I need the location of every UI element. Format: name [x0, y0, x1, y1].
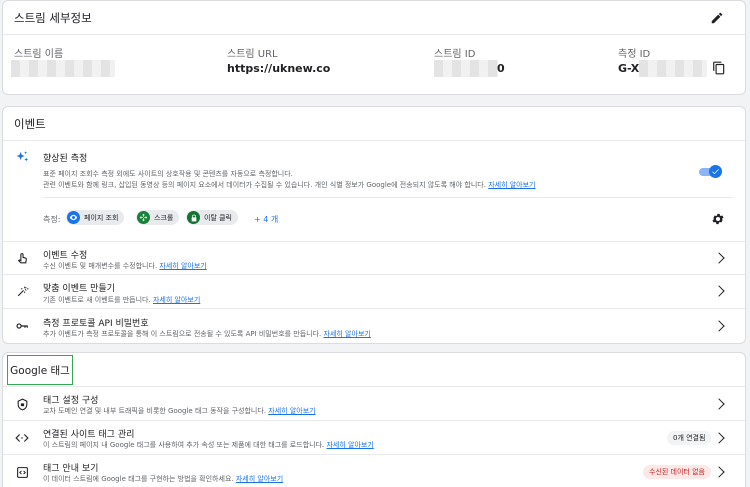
chevron-right-icon: [713, 285, 725, 297]
enhanced-desc-2-text: 관련 이벤트와 함께 링크, 삽입된 동영상 등의 페이지 요소에서 데이터가 …: [43, 181, 486, 189]
scroll-arrows-icon: [137, 211, 150, 224]
stream-name-redacted: [11, 60, 115, 77]
tag-instructions-desc: 이 데이터 스트림에 Google 태그를 구현하는 방법을 확인하세요. 자세…: [43, 475, 284, 483]
stream-details-card: 스트림 세부정보 스트림 이름 스트림 URL https://uknew.co…: [2, 0, 746, 95]
measurement-protocol-title: 측정 프로토콜 API 비밀번호: [43, 319, 149, 329]
no-data-received-badge: 수신된 데이터 없음: [643, 465, 711, 479]
eye-icon: [67, 211, 80, 224]
events-header: 이벤트: [3, 107, 745, 141]
stream-url-label: 스트림 URL: [227, 49, 278, 60]
connected-tags-desc: 이 스트림의 페이지 내 Google 태그를 사용하여 추가 속성 또는 제품…: [43, 441, 374, 449]
measurement-id-label: 측정 ID: [618, 49, 651, 60]
enhanced-measurement-toggle[interactable]: [699, 165, 723, 178]
chip-outbound-click: 이탈 클릭: [186, 210, 238, 225]
custom-event-desc: 기존 이벤트로 새 이벤트를 만듭니다. 자세히 알아보기: [43, 296, 201, 304]
stream-url-value: https://uknew.co: [227, 62, 331, 75]
connected-tags-learn-more[interactable]: 자세히 알아보기: [326, 441, 373, 449]
settings-gear-icon[interactable]: [710, 211, 726, 227]
key-icon: [14, 318, 30, 334]
chevron-right-icon: [713, 432, 725, 444]
row-event-modify[interactable]: 이벤트 수정 수신 이벤트 및 매개변수를 수정합니다. 자세히 알아보기: [3, 242, 745, 274]
chevron-right-icon: [713, 320, 725, 332]
stream-id-redacted: [434, 60, 498, 77]
google-tag-highlight-box: Google 태그: [7, 355, 73, 385]
stream-id-label: 스트림 ID: [434, 49, 476, 60]
event-modify-title: 이벤트 수정: [43, 251, 88, 261]
row-create-custom-event[interactable]: 맞춤 이벤트 만들기 기존 이벤트로 새 이벤트를 만듭니다. 자세히 알아보기: [3, 275, 745, 308]
chevron-right-icon: [713, 398, 725, 410]
edit-pencil-icon[interactable]: [709, 10, 725, 26]
google-tag-header: [3, 353, 745, 387]
chevron-right-icon: [713, 466, 725, 478]
stream-details-title: 스트림 세부정보: [14, 10, 92, 25]
event-modify-learn-more[interactable]: 자세히 알아보기: [159, 262, 206, 270]
event-modify-desc: 수신 이벤트 및 매개변수를 수정합니다. 자세히 알아보기: [43, 262, 207, 270]
code-window-icon: [14, 464, 30, 480]
connected-count-badge: 0개 연결됨: [667, 431, 712, 445]
more-measures-link[interactable]: + 4 개: [254, 214, 278, 225]
tag-settings-title: 태그 설정 구성: [43, 396, 99, 406]
events-title: 이벤트: [14, 116, 46, 131]
stream-details-header: 스트림 세부정보: [3, 1, 745, 35]
tag-settings-learn-more[interactable]: 자세히 알아보기: [268, 407, 315, 415]
events-card: 이벤트 향상된 측정 표준 페이지 조회수 측정 외에도 사이트의 상호작용 및…: [2, 106, 746, 344]
copy-icon[interactable]: [711, 60, 727, 76]
chip-scroll: 스크롤: [136, 210, 180, 225]
enhanced-learn-more-link[interactable]: 자세히 알아보기: [488, 181, 535, 189]
lock-icon: [187, 211, 200, 224]
enhanced-measurement-desc-2: 관련 이벤트와 함께 링크, 삽입된 동영상 등의 페이지 요소에서 데이터가 …: [43, 180, 536, 190]
measurement-id-redacted: [639, 60, 707, 77]
measure-label: 측정:: [43, 215, 61, 224]
tag-settings-icon: [14, 396, 30, 412]
google-tag-card: Google 태그 태그 설정 구성 교차 도메인 연결 및 내부 트래픽을 비…: [2, 352, 746, 487]
chevron-right-icon: [713, 252, 725, 264]
tag-instructions-title: 태그 안내 보기: [43, 464, 99, 474]
stream-name-label: 스트림 이름: [14, 49, 64, 60]
tag-settings-desc: 교차 도메인 연결 및 내부 트래픽을 비롯한 Google 태그 동작을 구성…: [43, 407, 316, 415]
measurement-protocol-desc: 추가 이벤트가 측정 프로토콜을 통해 이 스트림으로 전송될 수 있도록 AP…: [43, 330, 371, 338]
google-tag-title: Google 태그: [10, 364, 70, 377]
enhanced-inner-divider: [43, 197, 733, 198]
custom-event-learn-more[interactable]: 자세히 알아보기: [153, 296, 200, 304]
measurement-protocol-learn-more[interactable]: 자세히 알아보기: [324, 330, 371, 338]
row-tag-instructions[interactable]: 태그 안내 보기 이 데이터 스트림에 Google 태그를 구현하는 방법을 …: [3, 455, 745, 487]
custom-event-title: 맞춤 이벤트 만들기: [43, 284, 115, 294]
connected-tags-title: 연결된 사이트 태그 관리: [43, 430, 135, 440]
code-brackets-icon: [14, 430, 30, 446]
row-connected-site-tags[interactable]: 연결된 사이트 태그 관리 이 스트림의 페이지 내 Google 태그를 사용…: [3, 421, 745, 454]
magic-wand-icon: [14, 283, 30, 299]
row-measurement-protocol[interactable]: 측정 프로토콜 API 비밀번호 추가 이벤트가 측정 프로토콜을 통해 이 스…: [3, 309, 745, 343]
row-tag-settings[interactable]: 태그 설정 구성 교차 도메인 연결 및 내부 트래픽을 비롯한 Google …: [3, 387, 745, 420]
touch-hand-icon: [14, 250, 30, 266]
enhanced-measurement-title: 향상된 측정: [43, 154, 88, 164]
tag-instructions-learn-more[interactable]: 자세히 알아보기: [236, 475, 283, 483]
stream-id-suffix: 0: [497, 62, 505, 75]
measurement-id-prefix: G-X: [618, 62, 640, 75]
sparkle-icon: [14, 149, 30, 165]
enhanced-measurement-desc-1: 표준 페이지 조회수 측정 외에도 사이트의 상호작용 및 콘텐츠를 자동으로 …: [43, 170, 293, 178]
chip-page-view: 페이지 조회: [66, 210, 125, 225]
